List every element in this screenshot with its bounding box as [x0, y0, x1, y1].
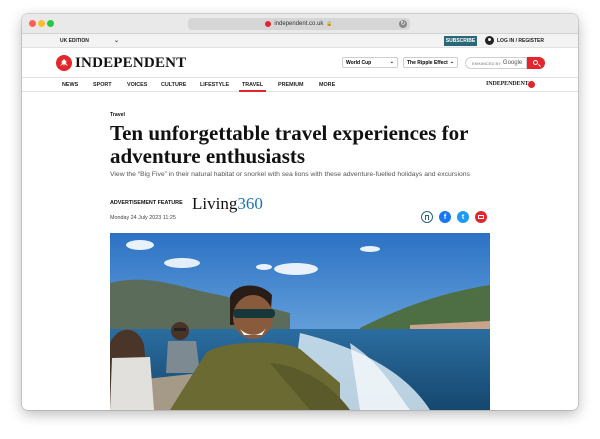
- world-cup-dropdown[interactable]: World Cup ⌄: [342, 57, 398, 68]
- article-headline: Ten unforgettable travel experiences for…: [110, 121, 469, 168]
- user-icon[interactable]: [485, 36, 494, 45]
- search-placeholder: ENHANCED BY: [472, 60, 501, 66]
- chevron-down-icon: ⌄: [389, 59, 394, 65]
- sponsor-number: 360: [237, 194, 263, 213]
- nav-voices[interactable]: VOICES: [127, 82, 147, 88]
- login-register-link[interactable]: LOG IN / REGISTER: [497, 38, 544, 44]
- email-icon[interactable]: [475, 211, 487, 223]
- dropdown-label: World Cup: [346, 59, 372, 66]
- sponsor-logo[interactable]: Living360: [192, 194, 263, 214]
- zoom-window-button[interactable]: [47, 20, 54, 27]
- edition-selector[interactable]: UK EDITION: [60, 38, 89, 44]
- top-utility-bar: UK EDITION ⌄ SUBSCRIBE LOG IN / REGISTER: [22, 34, 578, 48]
- url-text: independent.co.uk: [274, 21, 324, 27]
- section-label[interactable]: Travel: [110, 112, 494, 118]
- twitter-icon[interactable]: t: [457, 211, 469, 223]
- ripple-effect-dropdown[interactable]: The Ripple Effect ⌄: [403, 57, 458, 68]
- browser-window: independent.co.uk 🔒 ↻ UK EDITION ⌄ SUBSC…: [22, 14, 578, 410]
- nav-more[interactable]: MORE: [319, 82, 335, 88]
- google-label: Google: [502, 60, 523, 66]
- subscribe-button[interactable]: SUBSCRIBE: [444, 36, 477, 46]
- nav-premium[interactable]: PREMIUM: [278, 82, 303, 88]
- masthead: INDEPENDENT World Cup ⌄ The Ripple Effec…: [22, 48, 578, 78]
- main-nav: NEWS SPORT VOICES CULTURE LIFESTYLE TRAV…: [22, 78, 578, 92]
- search-icon: [533, 60, 538, 65]
- nav-sport[interactable]: SPORT: [93, 82, 112, 88]
- nav-culture[interactable]: CULTURE: [161, 82, 186, 88]
- search-button[interactable]: [527, 57, 545, 69]
- site-favicon-icon: [265, 21, 272, 27]
- nav-travel[interactable]: TRAVEL: [238, 82, 267, 92]
- facebook-icon[interactable]: f: [439, 211, 451, 223]
- publish-date: Monday 24 July 2023 11:25: [110, 215, 176, 221]
- site-logo[interactable]: INDEPENDENT: [75, 55, 186, 72]
- close-window-button[interactable]: [29, 20, 36, 27]
- sponsor-name: Living: [192, 194, 238, 213]
- article-header: Travel Ten unforgettable travel experien…: [110, 112, 494, 223]
- dropdown-label: The Ripple Effect: [407, 59, 448, 66]
- search-input[interactable]: ENHANCED BY Google: [465, 57, 527, 69]
- nav-lifestyle[interactable]: LIFESTYLE: [200, 82, 229, 88]
- address-bar[interactable]: independent.co.uk 🔒 ↻: [188, 18, 410, 30]
- nav-brand-logo[interactable]: INDEPENDENT: [486, 81, 529, 87]
- nav-news[interactable]: NEWS: [62, 82, 78, 88]
- minimize-window-button[interactable]: [38, 20, 45, 27]
- eagle-logo-icon[interactable]: [56, 55, 72, 71]
- advertisement-feature-label: ADVERTISEMENT FEATURE: [110, 200, 183, 206]
- eagle-icon: [528, 81, 535, 88]
- chevron-down-icon: ⌄: [449, 59, 454, 65]
- bookmark-icon[interactable]: [421, 211, 433, 223]
- reload-icon[interactable]: ↻: [399, 20, 407, 28]
- article-standfirst: View the “Big Five” in their natural hab…: [110, 171, 470, 178]
- browser-chrome: independent.co.uk 🔒 ↻: [22, 14, 578, 34]
- chevron-down-icon: ⌄: [114, 38, 120, 44]
- lock-icon: 🔒: [326, 21, 333, 27]
- hero-image: [110, 233, 490, 410]
